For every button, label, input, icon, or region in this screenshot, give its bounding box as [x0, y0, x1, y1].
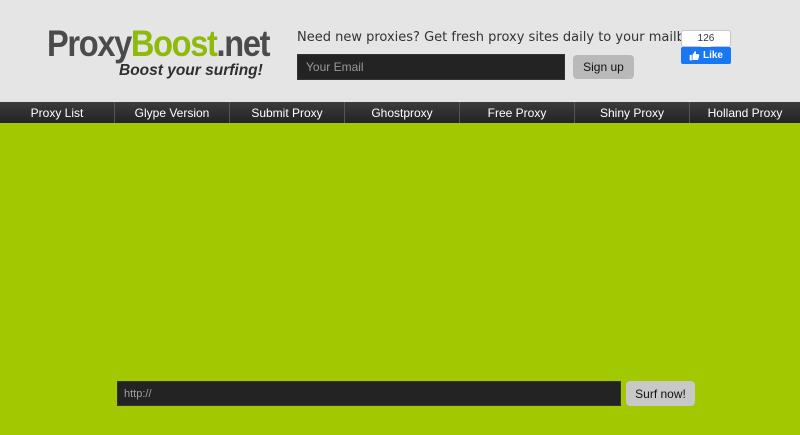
main-nav: Proxy List Glype Version Submit Proxy Gh…	[0, 102, 800, 123]
newsletter-promo-text: Need new proxies? Get fresh proxy sites …	[297, 30, 706, 45]
nav-item-holland-proxy[interactable]: Holland Proxy	[690, 102, 800, 123]
nav-item-shiny-proxy[interactable]: Shiny Proxy	[575, 102, 690, 123]
site-logo[interactable]: ProxyBoost.net Boost your surfing!	[47, 24, 287, 84]
email-input[interactable]	[297, 54, 565, 80]
nav-item-ghostproxy[interactable]: Ghostproxy	[345, 102, 460, 123]
signup-button[interactable]: Sign up	[573, 55, 634, 79]
facebook-like-button[interactable]: Like	[681, 47, 731, 64]
logo-text-net: .net	[216, 23, 271, 64]
logo-text-proxy: Proxy	[47, 23, 132, 64]
facebook-like-count: 126	[681, 30, 731, 47]
logo-wordmark: ProxyBoost.net	[47, 23, 271, 64]
nav-item-glype-version[interactable]: Glype Version	[115, 102, 230, 123]
nav-item-submit-proxy[interactable]: Submit Proxy	[230, 102, 345, 123]
facebook-like-label: Like	[702, 50, 723, 61]
nav-item-free-proxy[interactable]: Free Proxy	[460, 102, 575, 123]
surf-now-button[interactable]: Surf now!	[626, 381, 695, 406]
logo-tagline: Boost your surfing!	[119, 62, 263, 79]
url-input[interactable]	[117, 381, 621, 406]
logo-text-boost: Boost	[130, 23, 218, 64]
thumbs-up-icon	[689, 51, 700, 61]
nav-item-proxy-list[interactable]: Proxy List	[0, 102, 115, 123]
site-header: ProxyBoost.net Boost your surfing! Need …	[0, 0, 800, 102]
